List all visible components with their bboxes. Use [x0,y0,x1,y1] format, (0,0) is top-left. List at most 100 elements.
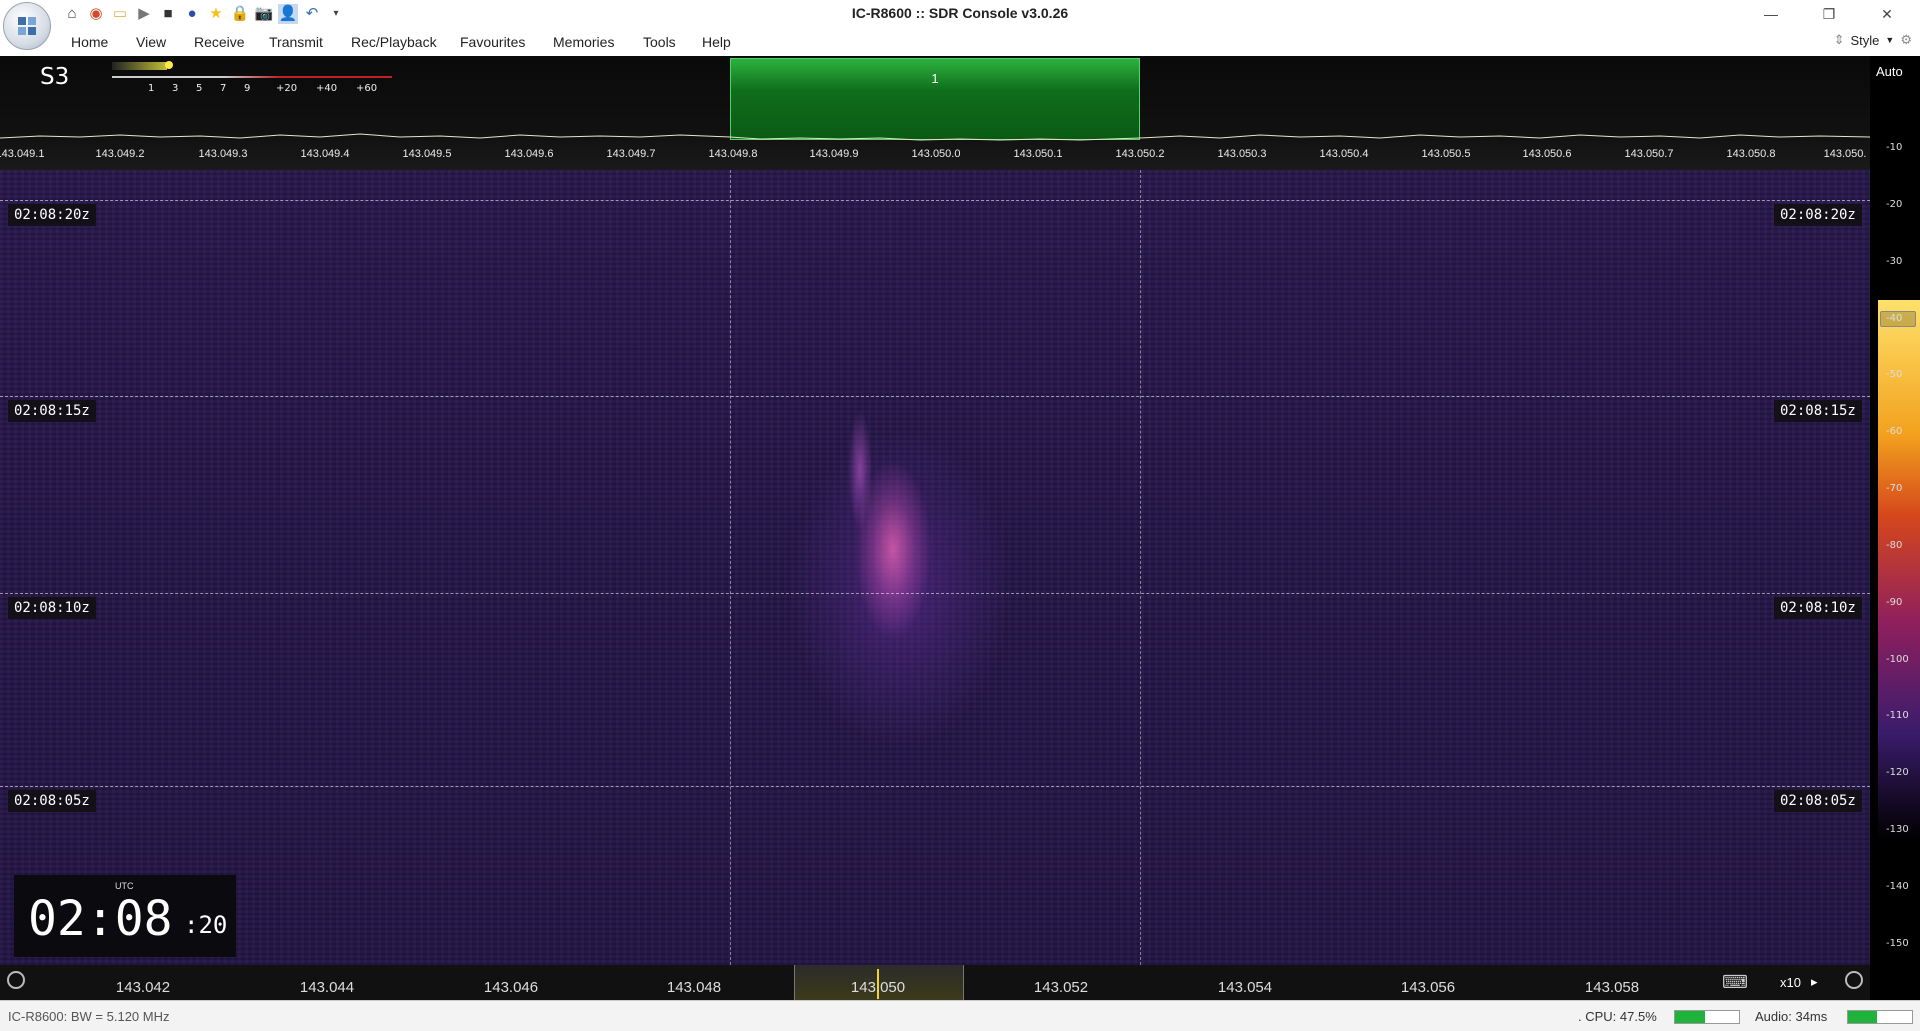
timestamp-right: 02:08:15z [1774,400,1862,422]
timestamp-left: 02:08:20z [8,204,96,226]
freq-tick: 143.050.4 [1319,148,1369,160]
device-status: IC-R8600: BW = 5.120 MHz [8,1009,170,1024]
ruler-tick: 143.056 [1400,979,1456,996]
passband-edge-line [730,170,731,965]
freq-tick: 143.050.2 [1115,148,1165,160]
zoom-arrow-icon[interactable]: ▸ [1811,974,1818,990]
zoom-control: ⌨ x10 ▸ [1722,967,1817,997]
menu-tools[interactable]: Tools [643,34,676,50]
menu-transmit[interactable]: Transmit [269,34,323,50]
db-label: -60 [1886,426,1903,437]
scroll-right-button[interactable] [1845,971,1863,989]
menu-rec-playback[interactable]: Rec/Playback [351,34,437,50]
menu-home[interactable]: Home [71,34,108,50]
freq-tick: 143.050.5 [1421,148,1471,160]
utc-label: UTC [115,881,134,891]
db-label: -40 [1886,313,1903,324]
freq-tick: 143.049.8 [708,148,758,160]
cpu-status: . CPU: 47.5% [1578,1009,1657,1024]
freq-tick: 143.049.1 [0,148,45,160]
freq-tick: 143.050.0 [911,148,961,160]
freq-tick: 143.049.5 [402,148,452,160]
minimize-button[interactable]: — [1742,0,1800,28]
timestamp-right: 02:08:20z [1774,204,1862,226]
freq-tick: 143.049.2 [95,148,145,160]
db-label: -140 [1886,881,1909,892]
title-bar: ⌂ ◉ ▭ ▶ ■ ● ★ 🔒 📷 👤 ↶ ▾ IC-R8600 :: SDR … [0,0,1920,28]
style-selector[interactable]: ⇕ Style ▼ ⚙ [1834,32,1912,48]
zoom-factor[interactable]: x10 [1780,975,1801,990]
ruler-tick: 143.048 [666,979,722,996]
db-colorbar[interactable] [1870,56,1920,1000]
ruler-tick: 143.058 [1584,979,1640,996]
timestamp-right: 02:08:10z [1774,597,1862,619]
ruler-tick: 143.052 [1033,979,1089,996]
freq-tick: 143.050.3 [1217,148,1267,160]
timestamp-left: 02:08:15z [8,400,96,422]
freq-tick: 143.050.8 [1726,148,1776,160]
cpu-meter [1674,1010,1740,1024]
scroll-left-button[interactable] [7,971,25,989]
db-label: -20 [1886,199,1903,210]
db-label: -120 [1886,767,1909,778]
auto-scale-button[interactable]: Auto [1876,64,1903,79]
window-title: IC-R8600 :: SDR Console v3.0.26 [851,5,1069,21]
color-gradient [1878,300,1920,840]
time-gridline [0,396,1870,397]
status-bar: IC-R8600: BW = 5.120 MHz . CPU: 47.5% Au… [0,1000,1920,1031]
utc-clock: UTC 02:08 :20 [14,875,236,957]
freq-tick: 143.049.6 [504,148,554,160]
close-button[interactable]: ✕ [1858,0,1916,28]
db-label: -80 [1886,540,1903,551]
db-label: -150 [1886,938,1909,949]
freq-tick: 143.050.7 [1624,148,1674,160]
audio-meter-fill [1848,1011,1877,1023]
timestamp-right: 02:08:05z [1774,790,1862,812]
db-label: -30 [1886,256,1903,267]
ribbon-menu-bar: Home View Receive Transmit Rec/Playback … [0,28,1920,57]
time-gridline [0,200,1870,201]
freq-tick: 143.050.6 [1522,148,1572,160]
menu-view[interactable]: View [136,34,166,50]
ruler-tick: 143.044 [299,979,355,996]
audio-meter [1847,1010,1913,1024]
passband-edge-line [1140,170,1141,965]
db-label: -110 [1886,710,1909,721]
keyboard-icon[interactable]: ⌨ [1722,972,1748,993]
freq-tick: 143.049.9 [809,148,859,160]
menu-receive[interactable]: Receive [194,34,245,50]
app-logo-icon [18,17,36,35]
db-label: -100 [1886,654,1909,665]
freq-tick: 143.049.7 [606,148,656,160]
ruler-tick: 143.050 [850,979,906,996]
db-label: -90 [1886,597,1903,608]
settings-icon[interactable]: ⚙ [1900,32,1912,48]
waterfall-display[interactable]: 02:08:20z 02:08:15z 02:08:10z 02:08:05z … [0,170,1870,965]
db-label: -70 [1886,483,1903,494]
menu-favourites[interactable]: Favourites [460,34,525,50]
spectrum-display[interactable]: S3 1 3 5 7 9 +20 +40 +60 1 143.049.1 143… [0,56,1870,170]
clock-hours-minutes: 02:08 [28,891,173,947]
timestamp-left: 02:08:10z [8,597,96,619]
freq-tick: 143.049.4 [300,148,350,160]
db-label: -50 [1886,369,1903,380]
timestamp-left: 02:08:05z [8,790,96,812]
restore-button[interactable]: ❐ [1800,0,1858,28]
chevron-down-icon: ▼ [1885,35,1895,45]
freq-tick: 143.050.1 [1013,148,1063,160]
scroll-icon[interactable]: ⇕ [1834,32,1845,48]
cpu-meter-fill [1675,1011,1706,1023]
frequency-ruler[interactable]: 143.042 143.044 143.046 143.048 143.050 … [0,965,1870,1000]
audio-status: Audio: 34ms [1755,1009,1828,1024]
menu-help[interactable]: Help [702,34,731,50]
ruler-tick: 143.054 [1217,979,1273,996]
application-menu-button[interactable] [3,2,51,50]
freq-tick: 143.049.3 [198,148,248,160]
db-label: -130 [1886,824,1909,835]
style-label: Style [1850,32,1880,48]
time-gridline [0,593,1870,594]
clock-seconds: :20 [184,911,228,939]
spectrum-frequency-axis: 143.049.1 143.049.2 143.049.3 143.049.4 … [0,148,1870,168]
menu-memories[interactable]: Memories [553,34,614,50]
db-label: -10 [1886,142,1903,153]
